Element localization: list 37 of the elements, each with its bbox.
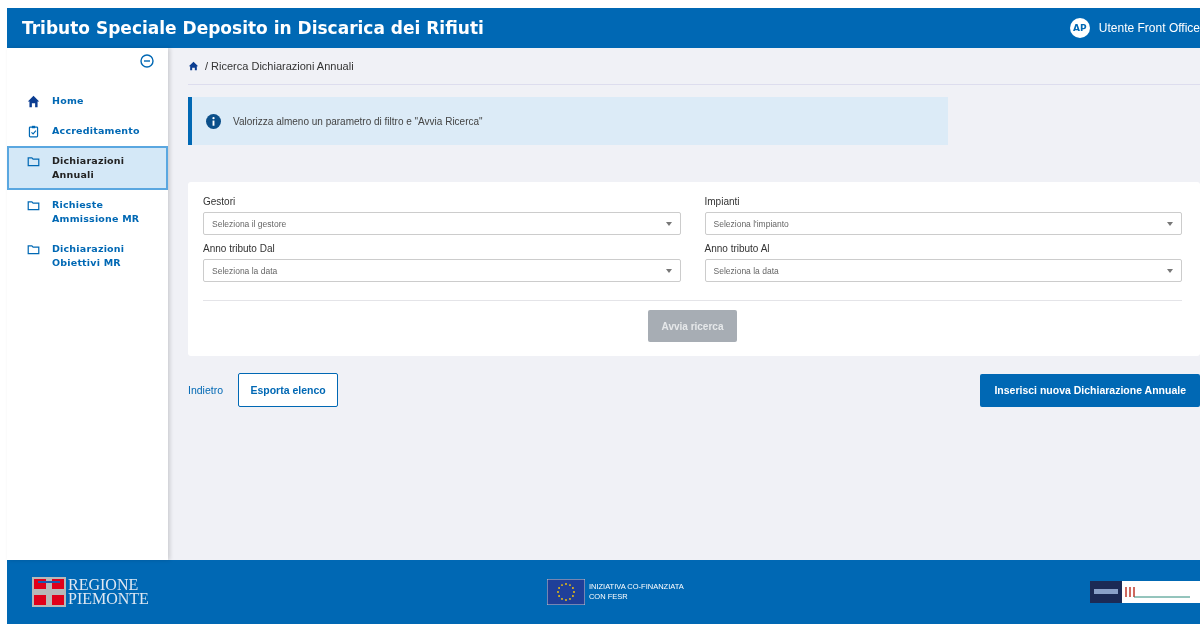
home-icon[interactable] bbox=[188, 61, 199, 71]
select-field[interactable]: Seleziona la data bbox=[704, 259, 1182, 282]
caret-icon bbox=[1167, 221, 1173, 226]
select-field[interactable]: Seleziona il gestore bbox=[203, 212, 681, 235]
folder-icon bbox=[27, 199, 40, 212]
select-field[interactable]: Seleziona la data bbox=[203, 259, 681, 282]
sidebar-item[interactable]: Richieste Ammissione MR bbox=[7, 190, 168, 234]
region-name: REGIONE bbox=[68, 578, 140, 592]
clipboard-icon bbox=[27, 125, 40, 138]
sidebar-item[interactable]: Accreditamento bbox=[7, 116, 168, 146]
user-name: Utente Front Office bbox=[1098, 21, 1200, 35]
region-crest-icon bbox=[32, 577, 66, 607]
caret-icon bbox=[665, 268, 672, 273]
app-title: Tributo Speciale Deposito in Discarica dei Rifiuti bbox=[22, 18, 484, 38]
caret-icon bbox=[1167, 268, 1173, 273]
export-button[interactable]: Esporta elenco bbox=[238, 373, 339, 407]
info-icon bbox=[206, 113, 221, 129]
folder-icon bbox=[27, 155, 40, 168]
breadcrumb: / Ricerca Dichiarazioni Annuali bbox=[205, 60, 354, 72]
collapse-icon[interactable] bbox=[140, 54, 154, 68]
select-field[interactable]: Seleziona l'impianto bbox=[704, 212, 1182, 235]
user-avatar[interactable]: AP bbox=[1069, 18, 1090, 38]
info-message: Valorizza almeno un parametro di filtro e "Avvia Ricerca" bbox=[233, 115, 483, 127]
sidebar-item[interactable]: Dichiarazioni Annuali bbox=[7, 146, 168, 190]
field-label: Anno tributo Dal bbox=[203, 243, 276, 254]
home-icon bbox=[27, 95, 40, 108]
folder-icon bbox=[27, 243, 40, 256]
eu-flag-icon bbox=[546, 579, 585, 605]
region-name: PIEMONTE bbox=[68, 592, 149, 606]
new-declaration-button[interactable]: Inserisci nuova Dichiarazione Annuale bbox=[980, 373, 1200, 407]
back-link[interactable]: Indietro bbox=[188, 384, 224, 396]
sidebar-item[interactable]: Dichiarazioni Obiettivi MR bbox=[7, 234, 168, 278]
sidebar-item[interactable]: Home bbox=[7, 86, 168, 116]
caret-icon bbox=[665, 221, 672, 226]
field-label: Gestori bbox=[203, 196, 237, 207]
field-label: Anno tributo Al bbox=[704, 243, 771, 254]
field-label: Impianti bbox=[704, 196, 741, 207]
